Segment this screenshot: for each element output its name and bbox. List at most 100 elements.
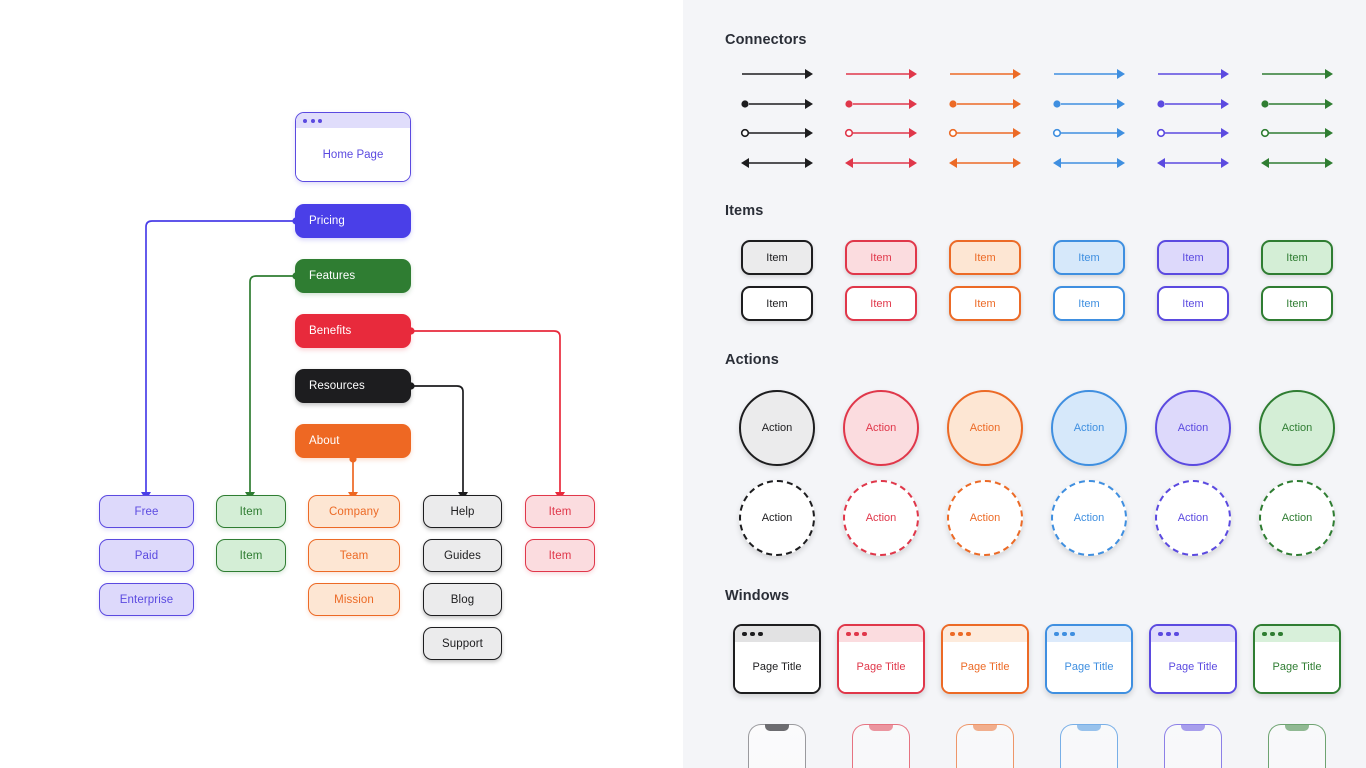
window-swatch-green[interactable]: Page Title <box>1245 624 1349 694</box>
item-swatch-plain-blue[interactable]: Item <box>1037 286 1141 321</box>
item-swatch-plain-green[interactable]: Item <box>1245 286 1349 321</box>
node-features-item-2[interactable]: Item <box>216 539 286 572</box>
node-benefits-item-2[interactable]: Item <box>525 539 595 572</box>
action-circle[interactable]: Action <box>1155 480 1231 556</box>
item-box[interactable]: Item <box>1157 286 1229 321</box>
node-benefits[interactable]: Benefits <box>295 314 411 348</box>
action-circle[interactable]: Action <box>1259 480 1335 556</box>
connector-circle-arrow-black[interactable] <box>725 121 829 145</box>
connector-double-arrow-black[interactable] <box>725 151 829 175</box>
node-team[interactable]: Team <box>308 539 400 572</box>
connector-plain-arrow-red[interactable] <box>829 62 933 86</box>
item-box[interactable]: Item <box>741 286 813 321</box>
connector-circle-arrow-red[interactable] <box>829 121 933 145</box>
item-swatch-filled-black[interactable]: Item <box>725 240 829 275</box>
action-circle[interactable]: Action <box>843 480 919 556</box>
connector-plain-arrow-black[interactable] <box>725 62 829 86</box>
window-swatch-blue[interactable]: Page Title <box>1037 624 1141 694</box>
action-swatch-dashed-orange[interactable]: Action <box>933 480 1037 556</box>
node-mission[interactable]: Mission <box>308 583 400 616</box>
item-box[interactable]: Item <box>1157 240 1229 275</box>
item-swatch-filled-blue[interactable]: Item <box>1037 240 1141 275</box>
connector-circle-arrow-indigo[interactable] <box>1141 121 1245 145</box>
node-free[interactable]: Free <box>99 495 194 528</box>
action-swatch-dashed-black[interactable]: Action <box>725 480 829 556</box>
action-swatch-solid-black[interactable]: Action <box>725 390 829 466</box>
phone-swatch-orange[interactable] <box>933 724 1037 768</box>
item-swatch-plain-red[interactable]: Item <box>829 286 933 321</box>
action-circle[interactable]: Action <box>739 390 815 466</box>
node-pricing[interactable]: Pricing <box>295 204 411 238</box>
connector-double-arrow-blue[interactable] <box>1037 151 1141 175</box>
item-box[interactable]: Item <box>1261 286 1333 321</box>
phone-frame[interactable] <box>1164 724 1222 768</box>
item-swatch-filled-green[interactable]: Item <box>1245 240 1349 275</box>
window-box[interactable]: Page Title <box>733 624 821 694</box>
action-swatch-dashed-indigo[interactable]: Action <box>1141 480 1245 556</box>
action-swatch-solid-orange[interactable]: Action <box>933 390 1037 466</box>
action-circle[interactable]: Action <box>1051 480 1127 556</box>
action-circle[interactable]: Action <box>1259 390 1335 466</box>
node-benefits-item-1[interactable]: Item <box>525 495 595 528</box>
node-features[interactable]: Features <box>295 259 411 293</box>
item-box[interactable]: Item <box>949 286 1021 321</box>
window-box[interactable]: Page Title <box>1253 624 1341 694</box>
connector-circle-arrow-orange[interactable] <box>933 121 1037 145</box>
connector-circle-arrow-blue[interactable] <box>1037 121 1141 145</box>
connector-dot-arrow-green[interactable] <box>1245 92 1349 116</box>
sitemap-canvas[interactable]: Home Page Pricing Features Benefits Reso… <box>0 0 683 768</box>
action-swatch-dashed-blue[interactable]: Action <box>1037 480 1141 556</box>
connector-double-arrow-orange[interactable] <box>933 151 1037 175</box>
phone-frame[interactable] <box>852 724 910 768</box>
home-page-window[interactable]: Home Page <box>295 112 411 182</box>
node-features-item-1[interactable]: Item <box>216 495 286 528</box>
action-swatch-solid-indigo[interactable]: Action <box>1141 390 1245 466</box>
item-box[interactable]: Item <box>741 240 813 275</box>
action-circle[interactable]: Action <box>947 390 1023 466</box>
phone-frame[interactable] <box>956 724 1014 768</box>
item-box[interactable]: Item <box>845 240 917 275</box>
phone-frame[interactable] <box>1060 724 1118 768</box>
item-swatch-plain-indigo[interactable]: Item <box>1141 286 1245 321</box>
connector-plain-arrow-orange[interactable] <box>933 62 1037 86</box>
phone-frame[interactable] <box>748 724 806 768</box>
item-swatch-filled-orange[interactable]: Item <box>933 240 1037 275</box>
connector-double-arrow-indigo[interactable] <box>1141 151 1245 175</box>
window-swatch-black[interactable]: Page Title <box>725 624 829 694</box>
action-circle[interactable]: Action <box>843 390 919 466</box>
action-swatch-solid-red[interactable]: Action <box>829 390 933 466</box>
connector-dot-arrow-black[interactable] <box>725 92 829 116</box>
node-company[interactable]: Company <box>308 495 400 528</box>
node-enterprise[interactable]: Enterprise <box>99 583 194 616</box>
connector-double-arrow-green[interactable] <box>1245 151 1349 175</box>
phone-swatch-black[interactable] <box>725 724 829 768</box>
item-swatch-plain-orange[interactable]: Item <box>933 286 1037 321</box>
phone-swatch-indigo[interactable] <box>1141 724 1245 768</box>
window-box[interactable]: Page Title <box>1045 624 1133 694</box>
phone-swatch-green[interactable] <box>1245 724 1349 768</box>
connector-circle-arrow-green[interactable] <box>1245 121 1349 145</box>
node-blog[interactable]: Blog <box>423 583 502 616</box>
node-paid[interactable]: Paid <box>99 539 194 572</box>
window-box[interactable]: Page Title <box>837 624 925 694</box>
connector-plain-arrow-blue[interactable] <box>1037 62 1141 86</box>
connector-double-arrow-red[interactable] <box>829 151 933 175</box>
node-help[interactable]: Help <box>423 495 502 528</box>
node-guides[interactable]: Guides <box>423 539 502 572</box>
node-about[interactable]: About <box>295 424 411 458</box>
item-box[interactable]: Item <box>1053 286 1125 321</box>
item-box[interactable]: Item <box>1261 240 1333 275</box>
action-circle[interactable]: Action <box>1155 390 1231 466</box>
action-circle[interactable]: Action <box>1051 390 1127 466</box>
item-box[interactable]: Item <box>1053 240 1125 275</box>
window-swatch-orange[interactable]: Page Title <box>933 624 1037 694</box>
connector-dot-arrow-blue[interactable] <box>1037 92 1141 116</box>
connector-dot-arrow-red[interactable] <box>829 92 933 116</box>
phone-frame[interactable] <box>1268 724 1326 768</box>
connector-dot-arrow-indigo[interactable] <box>1141 92 1245 116</box>
connector-plain-arrow-indigo[interactable] <box>1141 62 1245 86</box>
window-swatch-indigo[interactable]: Page Title <box>1141 624 1245 694</box>
action-swatch-solid-green[interactable]: Action <box>1245 390 1349 466</box>
connector-plain-arrow-green[interactable] <box>1245 62 1349 86</box>
node-resources[interactable]: Resources <box>295 369 411 403</box>
